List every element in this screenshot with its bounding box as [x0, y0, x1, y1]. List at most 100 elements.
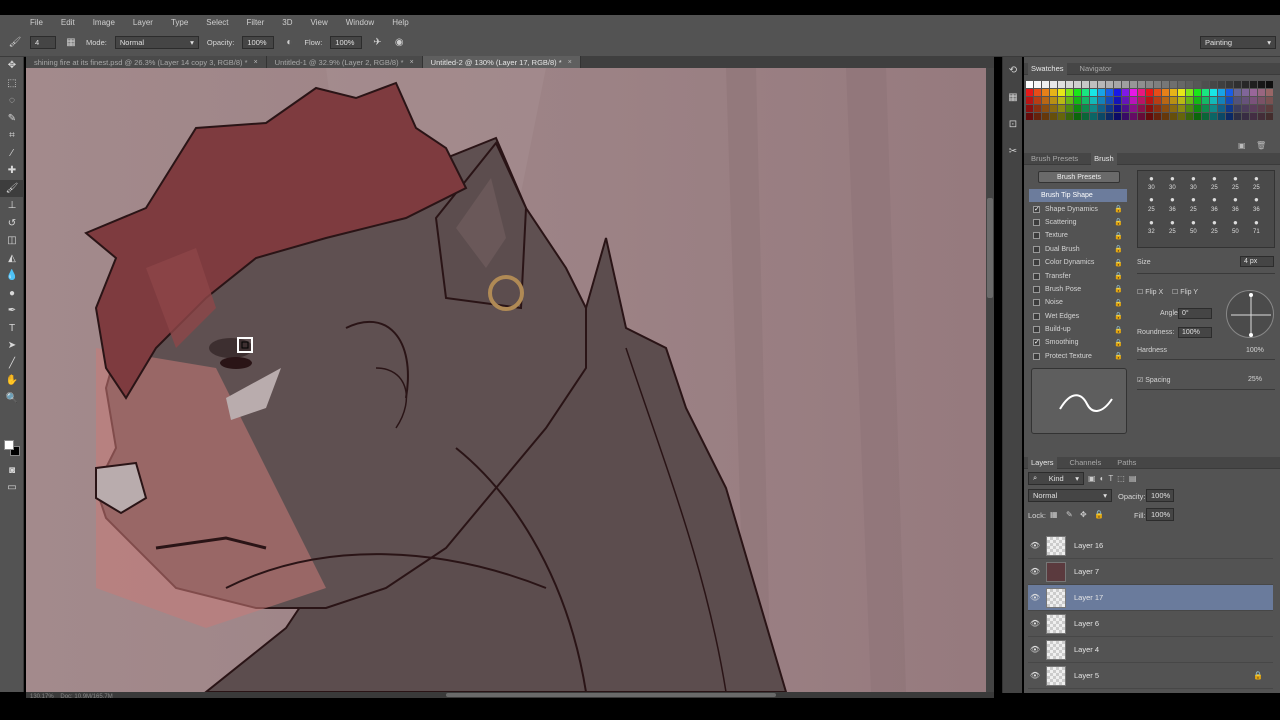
- checkbox[interactable]: ✓: [1033, 339, 1040, 347]
- color-swatch[interactable]: [1194, 105, 1201, 112]
- color-swatch[interactable]: [1034, 89, 1041, 96]
- clone-stamp-tool-icon[interactable]: ⊥: [0, 197, 24, 215]
- color-swatch[interactable]: [1234, 97, 1241, 104]
- brush-tip-icon[interactable]: ●: [1254, 218, 1259, 227]
- color-swatch[interactable]: [1066, 113, 1073, 120]
- color-swatch[interactable]: [1042, 97, 1049, 104]
- color-swatch[interactable]: [1090, 97, 1097, 104]
- color-swatch[interactable]: [1218, 105, 1225, 112]
- color-swatch[interactable]: [1242, 105, 1249, 112]
- color-swatch[interactable]: [1242, 113, 1249, 120]
- color-swatch[interactable]: [1186, 105, 1193, 112]
- color-swatch[interactable]: [1122, 105, 1129, 112]
- color-swatch[interactable]: [1034, 113, 1041, 120]
- menu-filter[interactable]: Filter: [247, 18, 265, 27]
- color-swatch[interactable]: [1218, 113, 1225, 120]
- brush-option-row[interactable]: ✓ Shape Dynamics 🔒: [1029, 202, 1127, 215]
- brush-option-row[interactable]: Protect Texture 🔒: [1029, 350, 1127, 363]
- color-swatch[interactable]: [1074, 105, 1081, 112]
- brush-tip-icon[interactable]: ●: [1233, 195, 1238, 204]
- healing-tool-icon[interactable]: ✚: [0, 162, 24, 180]
- tab-brush[interactable]: Brush: [1091, 152, 1117, 165]
- color-swatch[interactable]: [1194, 113, 1201, 120]
- color-swatch[interactable]: [1090, 89, 1097, 96]
- color-swatch[interactable]: [1194, 89, 1201, 96]
- lock-icon[interactable]: 🔒: [1114, 352, 1123, 360]
- color-swatch[interactable]: [1050, 105, 1057, 112]
- brush-option-row[interactable]: Build-up 🔒: [1029, 323, 1127, 336]
- color-swatch[interactable]: [1058, 97, 1065, 104]
- color-swatch[interactable]: [1106, 97, 1113, 104]
- brush-tip-grid[interactable]: ● 30 ● 30 ● 30 ● 25 ● 25 ● 25 ● 25 ● 36 ● 25 ● 36 ● 36 ● 36 ● 32 ●…: [1137, 170, 1275, 248]
- eye-icon[interactable]: 👁: [1028, 541, 1042, 550]
- color-swatch[interactable]: [1042, 113, 1049, 120]
- color-swatch[interactable]: [1178, 113, 1185, 120]
- color-swatch[interactable]: [1090, 105, 1097, 112]
- type-filter-icon[interactable]: T: [1108, 474, 1113, 483]
- shape-filter-icon[interactable]: ⬚: [1117, 474, 1125, 483]
- brush-tip-icon[interactable]: ●: [1254, 174, 1259, 183]
- angle-field[interactable]: 0°: [1178, 308, 1212, 319]
- color-swatch[interactable]: [1226, 113, 1233, 120]
- color-swatch[interactable]: [1210, 113, 1217, 120]
- color-swatch[interactable]: [1074, 81, 1081, 88]
- color-swatch[interactable]: [1266, 81, 1273, 88]
- color-swatch[interactable]: [1058, 113, 1065, 120]
- brush-size-picker[interactable]: 4: [30, 36, 56, 49]
- hardness-slider[interactable]: [1137, 359, 1275, 360]
- color-swatch[interactable]: [1106, 105, 1113, 112]
- color-swatch[interactable]: [1138, 89, 1145, 96]
- menu-window[interactable]: Window: [346, 18, 374, 27]
- color-swatch[interactable]: [1058, 81, 1065, 88]
- tab-document-3[interactable]: Untitled-2 @ 130% (Layer 17, RGB/8) * ×: [422, 56, 581, 68]
- color-swatch[interactable]: [1138, 105, 1145, 112]
- color-swatch[interactable]: [1026, 81, 1033, 88]
- color-swatch[interactable]: [1146, 89, 1153, 96]
- brush-tip-icon[interactable]: ●: [1191, 174, 1196, 183]
- opacity-field[interactable]: 100%: [242, 36, 275, 49]
- color-swatch[interactable]: [1122, 97, 1129, 104]
- history-brush-tool-icon[interactable]: ↺: [0, 215, 24, 233]
- color-swatch[interactable]: [1178, 89, 1185, 96]
- color-swatch[interactable]: [1138, 113, 1145, 120]
- kind-filter-select[interactable]: ⌕ Kind ▾: [1028, 471, 1084, 485]
- color-swatch[interactable]: [1258, 105, 1265, 112]
- brush-option-row[interactable]: Brush Tip Shape: [1029, 189, 1127, 203]
- pixel-filter-icon[interactable]: ▣: [1088, 474, 1096, 483]
- pen-tool-icon[interactable]: ✒: [0, 302, 24, 320]
- brush-tip-icon[interactable]: ●: [1212, 195, 1217, 204]
- checkbox[interactable]: [1033, 312, 1040, 320]
- color-swatch[interactable]: [1042, 81, 1049, 88]
- close-icon[interactable]: ×: [254, 59, 258, 66]
- color-swatch[interactable]: [1050, 113, 1057, 120]
- airbrush-icon[interactable]: ✈: [370, 36, 384, 50]
- color-swatch[interactable]: [1154, 89, 1161, 96]
- color-swatch[interactable]: [1050, 89, 1057, 96]
- color-swatch[interactable]: [1162, 89, 1169, 96]
- menu-image[interactable]: Image: [93, 18, 115, 27]
- color-swatch[interactable]: [1026, 97, 1033, 104]
- color-swatch[interactable]: [1114, 105, 1121, 112]
- color-swatch[interactable]: [1162, 105, 1169, 112]
- tab-swatches[interactable]: Swatches: [1028, 62, 1067, 75]
- layer-row[interactable]: 👁 Layer 16: [1028, 533, 1273, 559]
- checkbox[interactable]: [1033, 218, 1040, 226]
- color-swatch[interactable]: [1058, 89, 1065, 96]
- brush-tip-icon[interactable]: ●: [1149, 174, 1154, 183]
- color-swatch[interactable]: [1154, 113, 1161, 120]
- color-swatch[interactable]: [1210, 81, 1217, 88]
- color-swatch[interactable]: [1082, 97, 1089, 104]
- color-swatch[interactable]: [1050, 81, 1057, 88]
- eye-icon[interactable]: 👁: [1028, 645, 1042, 654]
- color-swatch[interactable]: [1234, 81, 1241, 88]
- brush-option-row[interactable]: Texture 🔒: [1029, 229, 1127, 242]
- lock-icon[interactable]: 🔒: [1114, 285, 1123, 293]
- adjustment-filter-icon[interactable]: ◐: [1100, 474, 1105, 483]
- close-icon[interactable]: ×: [568, 59, 572, 66]
- checkbox[interactable]: [1033, 245, 1040, 253]
- color-swatch[interactable]: [1146, 97, 1153, 104]
- brush-tip-icon[interactable]: ●: [1212, 218, 1217, 227]
- color-swatch[interactable]: [1178, 105, 1185, 112]
- tab-layers[interactable]: Layers: [1028, 456, 1057, 469]
- fill-field[interactable]: 100%: [1146, 508, 1174, 521]
